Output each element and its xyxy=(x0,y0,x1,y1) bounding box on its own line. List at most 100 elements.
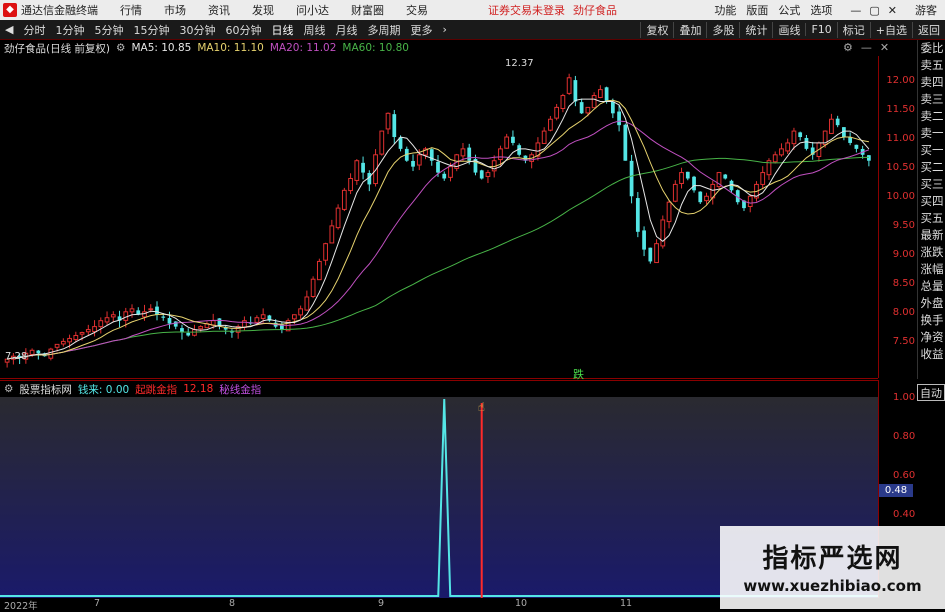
candle xyxy=(672,180,678,203)
side-tab[interactable]: 买一 xyxy=(918,142,945,159)
btn-zixuan[interactable]: +自选 xyxy=(869,21,912,38)
side-tab[interactable]: 买四 xyxy=(918,193,945,210)
candle xyxy=(310,276,316,299)
menu-xuanxiang[interactable]: 选项 xyxy=(810,2,832,18)
period-60min[interactable]: 60分钟 xyxy=(220,22,266,38)
side-tab[interactable]: 买二 xyxy=(918,159,945,176)
side-tab[interactable]: 买三 xyxy=(918,176,945,193)
chart-minimize-icon[interactable]: — xyxy=(861,41,872,54)
side-tab[interactable]: 涨幅 xyxy=(918,261,945,278)
period-weekly[interactable]: 周线 xyxy=(298,22,330,38)
menu-wenxiaoda[interactable]: 问小达 xyxy=(296,2,329,18)
indicator-name[interactable]: 股票指标网 xyxy=(19,382,72,397)
side-tab[interactable]: 总量 xyxy=(918,278,945,295)
candle xyxy=(685,171,690,181)
candle xyxy=(560,93,566,113)
candle xyxy=(173,321,178,330)
candle xyxy=(541,127,547,144)
period-more[interactable]: 更多 xyxy=(405,22,437,38)
kline-chart[interactable] xyxy=(0,56,878,379)
side-tab[interactable]: 买五 xyxy=(918,210,945,227)
menu-gongneng[interactable]: 功能 xyxy=(714,2,736,18)
ma10-value: MA10: 11.10 xyxy=(197,42,264,54)
side-tab[interactable]: 涨跌 xyxy=(918,244,945,261)
menu-shichang[interactable]: 市场 xyxy=(164,2,186,18)
candle xyxy=(679,167,684,189)
guest-label[interactable]: 游客 xyxy=(915,2,937,18)
candle xyxy=(698,191,703,205)
price-tick: 10.50 xyxy=(886,162,915,173)
ma60-value: MA60: 10.80 xyxy=(342,42,409,54)
side-tab[interactable]: 卖二 xyxy=(918,108,945,125)
btn-fuquan[interactable]: 复权 xyxy=(640,21,673,38)
candle xyxy=(716,171,722,190)
period-multi[interactable]: 多周期 xyxy=(362,22,405,38)
side-tab[interactable]: 卖四 xyxy=(918,74,945,91)
candle xyxy=(280,321,284,334)
period-1min[interactable]: 1分钟 xyxy=(50,22,89,38)
login-notice[interactable]: 证券交易未登录 xyxy=(488,2,565,18)
candle xyxy=(629,154,634,204)
btn-diejia[interactable]: 叠加 xyxy=(673,21,706,38)
side-tab[interactable]: 委比 xyxy=(918,40,945,57)
btn-f10[interactable]: F10 xyxy=(805,23,836,36)
indicator-current-value: 0.48 xyxy=(879,484,913,497)
btn-tongji[interactable]: 统计 xyxy=(739,21,772,38)
candle xyxy=(479,169,484,180)
candle xyxy=(635,192,640,238)
period-15min[interactable]: 15分钟 xyxy=(128,22,174,38)
settings-gear-icon[interactable]: ⚙ xyxy=(116,42,125,54)
candle xyxy=(192,324,197,337)
btn-biaoji[interactable]: 标记 xyxy=(836,21,870,38)
period-30min[interactable]: 30分钟 xyxy=(174,22,220,38)
btn-fanhui[interactable]: 返回 xyxy=(912,21,945,38)
minimize-icon[interactable]: — xyxy=(850,4,861,17)
candle xyxy=(692,175,696,193)
toolbar-back-icon[interactable]: ◀ xyxy=(0,23,18,36)
candle xyxy=(535,137,541,161)
menu-jiaoyi[interactable]: 交易 xyxy=(406,2,428,18)
auto-button[interactable]: 自动 xyxy=(917,384,945,401)
maximize-icon[interactable]: ▢ xyxy=(869,4,879,17)
chart-close-icon[interactable]: ✕ xyxy=(880,41,889,54)
side-tab[interactable]: 卖一 xyxy=(918,125,945,142)
menu-zixun[interactable]: 资讯 xyxy=(208,2,230,18)
menu-gongshi[interactable]: 公式 xyxy=(778,2,800,18)
side-tab[interactable]: 卖五 xyxy=(918,57,945,74)
period-monthly[interactable]: 月线 xyxy=(330,22,362,38)
price-tick: 10.00 xyxy=(886,191,915,202)
candle xyxy=(766,158,772,180)
indicator-gear-icon[interactable]: ⚙ xyxy=(4,383,13,395)
menu-caifuquan[interactable]: 财富圈 xyxy=(351,2,384,18)
gear-icon[interactable]: ⚙ xyxy=(843,41,853,54)
period-daily[interactable]: 日线 xyxy=(266,22,298,38)
side-tab[interactable]: 净资 xyxy=(918,329,945,346)
ma10-line xyxy=(6,99,869,360)
candle xyxy=(854,144,859,153)
menu-faxian[interactable]: 发现 xyxy=(252,2,274,18)
side-tab[interactable]: 卖三 xyxy=(918,91,945,108)
candle xyxy=(760,166,766,190)
menu-hangqing[interactable]: 行情 xyxy=(120,2,142,18)
side-tab[interactable]: 换手 xyxy=(918,312,945,329)
price-tick: 12.00 xyxy=(886,75,915,86)
candle xyxy=(648,247,653,264)
time-tick: 10 xyxy=(515,598,528,609)
period-5min[interactable]: 5分钟 xyxy=(89,22,128,38)
candle xyxy=(597,85,603,99)
side-tab[interactable]: 收益 xyxy=(918,346,945,363)
close-icon[interactable]: ✕ xyxy=(888,4,897,17)
time-tick: 9 xyxy=(378,598,385,609)
candle xyxy=(217,318,222,330)
app-logo-icon: ◆ xyxy=(3,3,17,17)
period-fenshi[interactable]: 分时 xyxy=(18,22,50,38)
indicator-label-2: 起跳金指 xyxy=(135,383,178,396)
btn-huaxian[interactable]: 画线 xyxy=(772,21,805,38)
candle xyxy=(304,290,310,311)
menu-banmian[interactable]: 版面 xyxy=(746,2,768,18)
more-chevron-icon[interactable]: › xyxy=(437,23,451,36)
side-tab[interactable]: 外盘 xyxy=(918,295,945,312)
candle xyxy=(155,301,159,321)
btn-duogu[interactable]: 多股 xyxy=(706,21,739,38)
side-tab[interactable]: 最新 xyxy=(918,227,945,244)
